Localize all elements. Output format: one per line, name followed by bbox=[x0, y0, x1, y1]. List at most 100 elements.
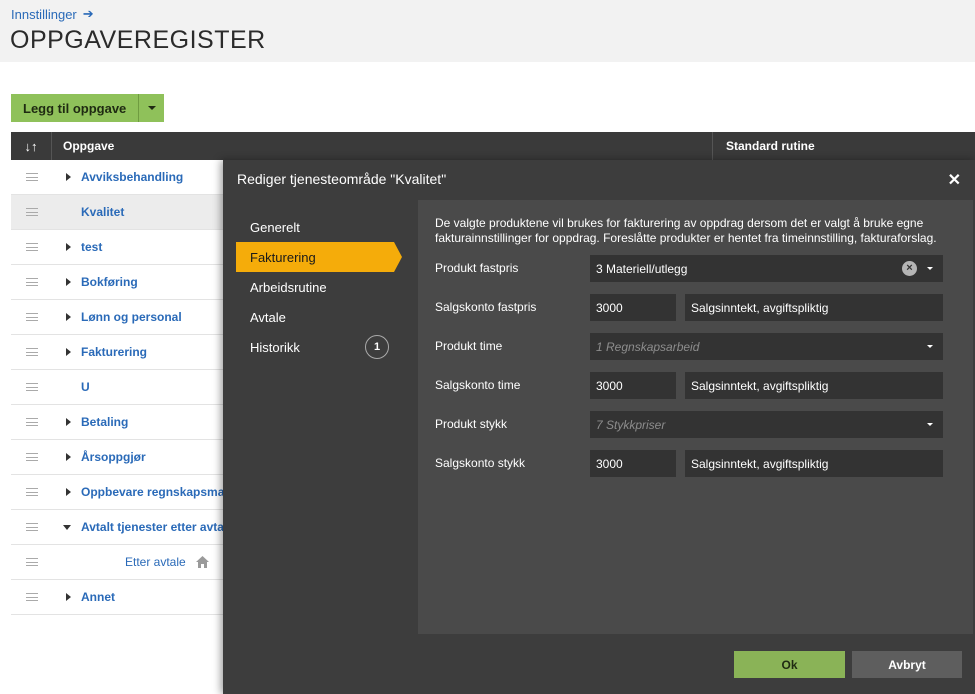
row-label[interactable]: test bbox=[81, 240, 102, 254]
expand-arrow-icon[interactable] bbox=[66, 488, 71, 496]
expand-arrow-icon[interactable] bbox=[66, 278, 71, 286]
row-label[interactable]: Betaling bbox=[81, 415, 128, 429]
ok-button[interactable]: Ok bbox=[734, 651, 845, 678]
row-label[interactable]: Etter avtale bbox=[125, 555, 186, 569]
expand-arrow-icon[interactable] bbox=[66, 453, 71, 461]
invoicing-description: De valgte produktene vil brukes for fakt… bbox=[435, 216, 937, 245]
nav-item-history[interactable]: Historikk 1 bbox=[236, 332, 406, 362]
expand-arrow-icon[interactable] bbox=[66, 243, 71, 251]
table-row[interactable]: U bbox=[11, 370, 226, 405]
column-header-standard-routine[interactable]: Standard rutine bbox=[712, 132, 815, 160]
add-task-dropdown-button[interactable] bbox=[138, 94, 165, 122]
table-row[interactable]: Etter avtale bbox=[11, 545, 226, 580]
row-label[interactable]: Annet bbox=[81, 590, 115, 604]
row-label[interactable]: Bokføring bbox=[81, 275, 138, 289]
row-label-with-icon: Etter avtale bbox=[125, 555, 210, 570]
sort-column-header[interactable]: ↓↑ bbox=[11, 132, 52, 160]
breadcrumb[interactable]: Innstillinger ➔ bbox=[11, 6, 94, 22]
chevron-down-icon bbox=[147, 106, 156, 110]
table-row[interactable]: Annet bbox=[11, 580, 226, 615]
arrow-right-icon: ➔ bbox=[82, 6, 94, 21]
row-label[interactable]: Fakturering bbox=[81, 345, 147, 359]
account-time-code-input[interactable]: 3000 bbox=[590, 372, 676, 399]
dialog-nav: Generelt Fakturering Arbeidsrutine Avtal… bbox=[236, 212, 406, 362]
dialog-title: Rediger tjenesteområde "Kvalitet" bbox=[237, 171, 447, 187]
edit-service-area-dialog: Rediger tjenesteområde "Kvalitet" ✕ Gene… bbox=[223, 160, 975, 694]
drag-handle-icon[interactable] bbox=[26, 488, 38, 496]
table-row[interactable]: Lønn og personal bbox=[11, 300, 226, 335]
breadcrumb-link-settings[interactable]: Innstillinger bbox=[11, 7, 77, 22]
nav-item-label: Avtale bbox=[250, 309, 286, 325]
close-icon[interactable]: ✕ bbox=[948, 170, 961, 190]
nav-item-agreement[interactable]: Avtale bbox=[236, 302, 406, 332]
nav-item-label: Arbeidsrutine bbox=[250, 279, 327, 295]
account-piece-code-input[interactable]: 3000 bbox=[590, 450, 676, 477]
row-label[interactable]: Oppbevare regnskapsma bbox=[81, 485, 224, 499]
row-label[interactable]: Årsoppgjør bbox=[81, 450, 146, 464]
table-row[interactable]: Årsoppgjør bbox=[11, 440, 226, 475]
home-icon bbox=[196, 556, 210, 569]
account-piece-description[interactable]: Salgsinntekt, avgiftspliktig bbox=[685, 450, 943, 477]
drag-handle-icon[interactable] bbox=[26, 383, 38, 391]
history-count-badge: 1 bbox=[365, 335, 389, 359]
chevron-down-icon[interactable] bbox=[927, 267, 933, 270]
table-row[interactable]: Oppbevare regnskapsma bbox=[11, 475, 226, 510]
table-row[interactable]: test bbox=[11, 230, 226, 265]
expand-arrow-icon[interactable] bbox=[66, 418, 71, 426]
account-fixed-label: Salgskonto fastpris bbox=[435, 300, 537, 314]
task-list: Avviksbehandling Kvalitet test Bokføring… bbox=[11, 160, 226, 615]
row-label[interactable]: U bbox=[81, 380, 90, 394]
account-piece-label: Salgskonto stykk bbox=[435, 456, 526, 470]
account-fixed-description[interactable]: Salgsinntekt, avgiftspliktig bbox=[685, 294, 943, 321]
product-piece-placeholder: 7 Stykkpriser bbox=[596, 417, 666, 432]
table-row[interactable]: Betaling bbox=[11, 405, 226, 440]
table-row[interactable]: Kvalitet bbox=[11, 195, 226, 230]
row-label[interactable]: Avtalt tjenester etter avta bbox=[81, 520, 224, 534]
collapse-arrow-icon[interactable] bbox=[63, 525, 71, 530]
drag-handle-icon[interactable] bbox=[26, 173, 38, 181]
expand-arrow-icon[interactable] bbox=[66, 593, 71, 601]
drag-handle-icon[interactable] bbox=[26, 243, 38, 251]
table-row[interactable]: Fakturering bbox=[11, 335, 226, 370]
drag-handle-icon[interactable] bbox=[26, 208, 38, 216]
product-piece-label: Produkt stykk bbox=[435, 417, 508, 431]
drag-handle-icon[interactable] bbox=[26, 348, 38, 356]
cancel-button[interactable]: Avbryt bbox=[852, 651, 962, 678]
account-time-label: Salgskonto time bbox=[435, 378, 521, 392]
clear-icon[interactable]: × bbox=[902, 261, 917, 276]
page-header: Innstillinger ➔ OPPGAVEREGISTER bbox=[0, 0, 975, 62]
drag-handle-icon[interactable] bbox=[26, 453, 38, 461]
table-row[interactable]: Avviksbehandling bbox=[11, 160, 226, 195]
page-title: OPPGAVEREGISTER bbox=[10, 26, 266, 54]
expand-arrow-icon[interactable] bbox=[66, 348, 71, 356]
invoicing-panel: De valgte produktene vil brukes for fakt… bbox=[418, 200, 973, 634]
expand-arrow-icon[interactable] bbox=[66, 173, 71, 181]
nav-item-work-routine[interactable]: Arbeidsrutine bbox=[236, 272, 406, 302]
column-header-task[interactable]: Oppgave bbox=[63, 132, 114, 160]
nav-item-invoicing[interactable]: Fakturering bbox=[236, 242, 402, 272]
drag-handle-icon[interactable] bbox=[26, 593, 38, 601]
row-label[interactable]: Avviksbehandling bbox=[81, 170, 183, 184]
account-fixed-code-input[interactable]: 3000 bbox=[590, 294, 676, 321]
account-time-description[interactable]: Salgsinntekt, avgiftspliktig bbox=[685, 372, 943, 399]
nav-item-label: Generelt bbox=[250, 219, 300, 235]
row-label[interactable]: Kvalitet bbox=[81, 205, 124, 219]
drag-handle-icon[interactable] bbox=[26, 523, 38, 531]
product-time-select[interactable]: 1 Regnskapsarbeid bbox=[590, 333, 943, 360]
table-row[interactable]: Avtalt tjenester etter avta bbox=[11, 510, 226, 545]
drag-handle-icon[interactable] bbox=[26, 558, 38, 566]
product-fixed-select[interactable]: 3 Materiell/utlegg × bbox=[590, 255, 943, 282]
add-task-button[interactable]: Legg til oppgave bbox=[11, 94, 139, 122]
nav-item-general[interactable]: Generelt bbox=[236, 212, 406, 242]
drag-handle-icon[interactable] bbox=[26, 418, 38, 426]
row-label[interactable]: Lønn og personal bbox=[81, 310, 182, 324]
expand-arrow-icon[interactable] bbox=[66, 313, 71, 321]
drag-handle-icon[interactable] bbox=[26, 278, 38, 286]
chevron-down-icon[interactable] bbox=[927, 423, 933, 426]
nav-item-label: Historikk bbox=[250, 339, 300, 355]
table-row[interactable]: Bokføring bbox=[11, 265, 226, 300]
drag-handle-icon[interactable] bbox=[26, 313, 38, 321]
chevron-down-icon[interactable] bbox=[927, 345, 933, 348]
add-task-button-group: Legg til oppgave bbox=[11, 94, 165, 122]
product-piece-select[interactable]: 7 Stykkpriser bbox=[590, 411, 943, 438]
